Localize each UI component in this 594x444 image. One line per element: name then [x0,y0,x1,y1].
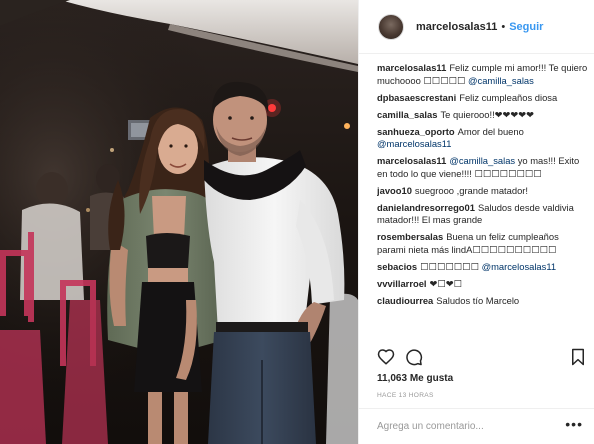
comment-mention-link[interactable]: @camilla_salas [468,75,534,86]
comment-item: dpbasaescrestani Feliz cumpleaños diosa [377,92,589,105]
more-options-button[interactable]: ••• [565,417,583,431]
post-timestamp: HACE 13 HORAS [377,392,434,399]
comment-username[interactable]: dpbasaescrestani [377,92,456,103]
header-separator: • [501,20,506,33]
comment-item: sebacios ☐☐☐☐☐☐☐ @marcelosalas11 [377,261,589,274]
comment-bubble-icon[interactable] [405,348,423,366]
comment-mention-link[interactable]: @marcelosalas11 [482,261,556,272]
comment-username[interactable]: marcelosalas11 [377,155,446,166]
comment-username[interactable]: marcelosalas11 [377,62,446,73]
comment-mention-link[interactable]: @marcelosalas11 [377,138,451,149]
comment-list[interactable]: marcelosalas11 Feliz cumple mi amor!!! Te… [377,62,589,338]
comment-item: danielandresorrego01 Saludos desde valdiv… [377,202,589,227]
comment-username[interactable]: claudiourrea [377,295,433,306]
comment-username[interactable]: sebacios [377,261,417,272]
comment-item: marcelosalas11 @camilla_salas yo mas!!! E… [377,155,589,180]
comment-item: rosembersalas Buena un feliz cumpleaños p… [377,231,589,256]
header-username[interactable]: marcelosalas11 [416,21,497,33]
comment-username[interactable]: danielandresorrego01 [377,202,475,213]
comment-text: ❤☐❤☐ [429,277,463,289]
comment-item: camilla_salas Te quierooo!!❤❤❤❤❤ [377,109,589,122]
post-photo[interactable] [0,0,358,444]
post-side-panel: marcelosalas11 • Seguir marcelosalas11 Fe… [358,0,594,444]
follow-button[interactable]: Seguir [509,21,543,33]
post-header: marcelosalas11 • Seguir [359,0,594,54]
comment-username[interactable]: sanhueza_oporto [377,126,455,137]
comment-item: claudiourrea Saludos tío Marcelo [377,295,589,308]
bookmark-icon[interactable] [569,348,587,366]
comment-mention-link[interactable]: @camilla_salas [449,155,515,166]
comment-username[interactable]: vvvillarroel [377,278,427,289]
heart-icon[interactable] [377,348,395,366]
avatar[interactable] [378,13,404,40]
comment-item: sanhueza_oporto Amor del bueno @marcelosa… [377,126,589,151]
comment-text: Saludos tío Marcelo [436,294,520,306]
comment-text: Feliz cumpleaños diosa [459,91,558,103]
comment-username[interactable]: rosembersalas [377,231,443,242]
comment-text: Te quierooo!!❤❤❤❤❤ [440,108,534,120]
comment-username[interactable]: camilla_salas [377,109,437,120]
comment-item: marcelosalas11 Feliz cumple mi amor!!! Te… [377,62,589,87]
comment-item: vvvillarroel ❤☐❤☐ [377,278,589,291]
comment-text: ☐☐☐☐☐☐☐ [420,260,482,272]
comment-text: Amor del bueno [457,125,524,137]
like-count[interactable]: 11,063 Me gusta [377,373,453,384]
comment-username[interactable]: javoo10 [377,185,412,196]
comment-text: suegrooo ,grande matador! [414,184,529,196]
add-comment-section: ••• [359,408,594,444]
comment-item: javoo10 suegrooo ,grande matador! [377,185,589,198]
comment-input[interactable] [377,417,553,435]
action-bar [377,346,589,368]
